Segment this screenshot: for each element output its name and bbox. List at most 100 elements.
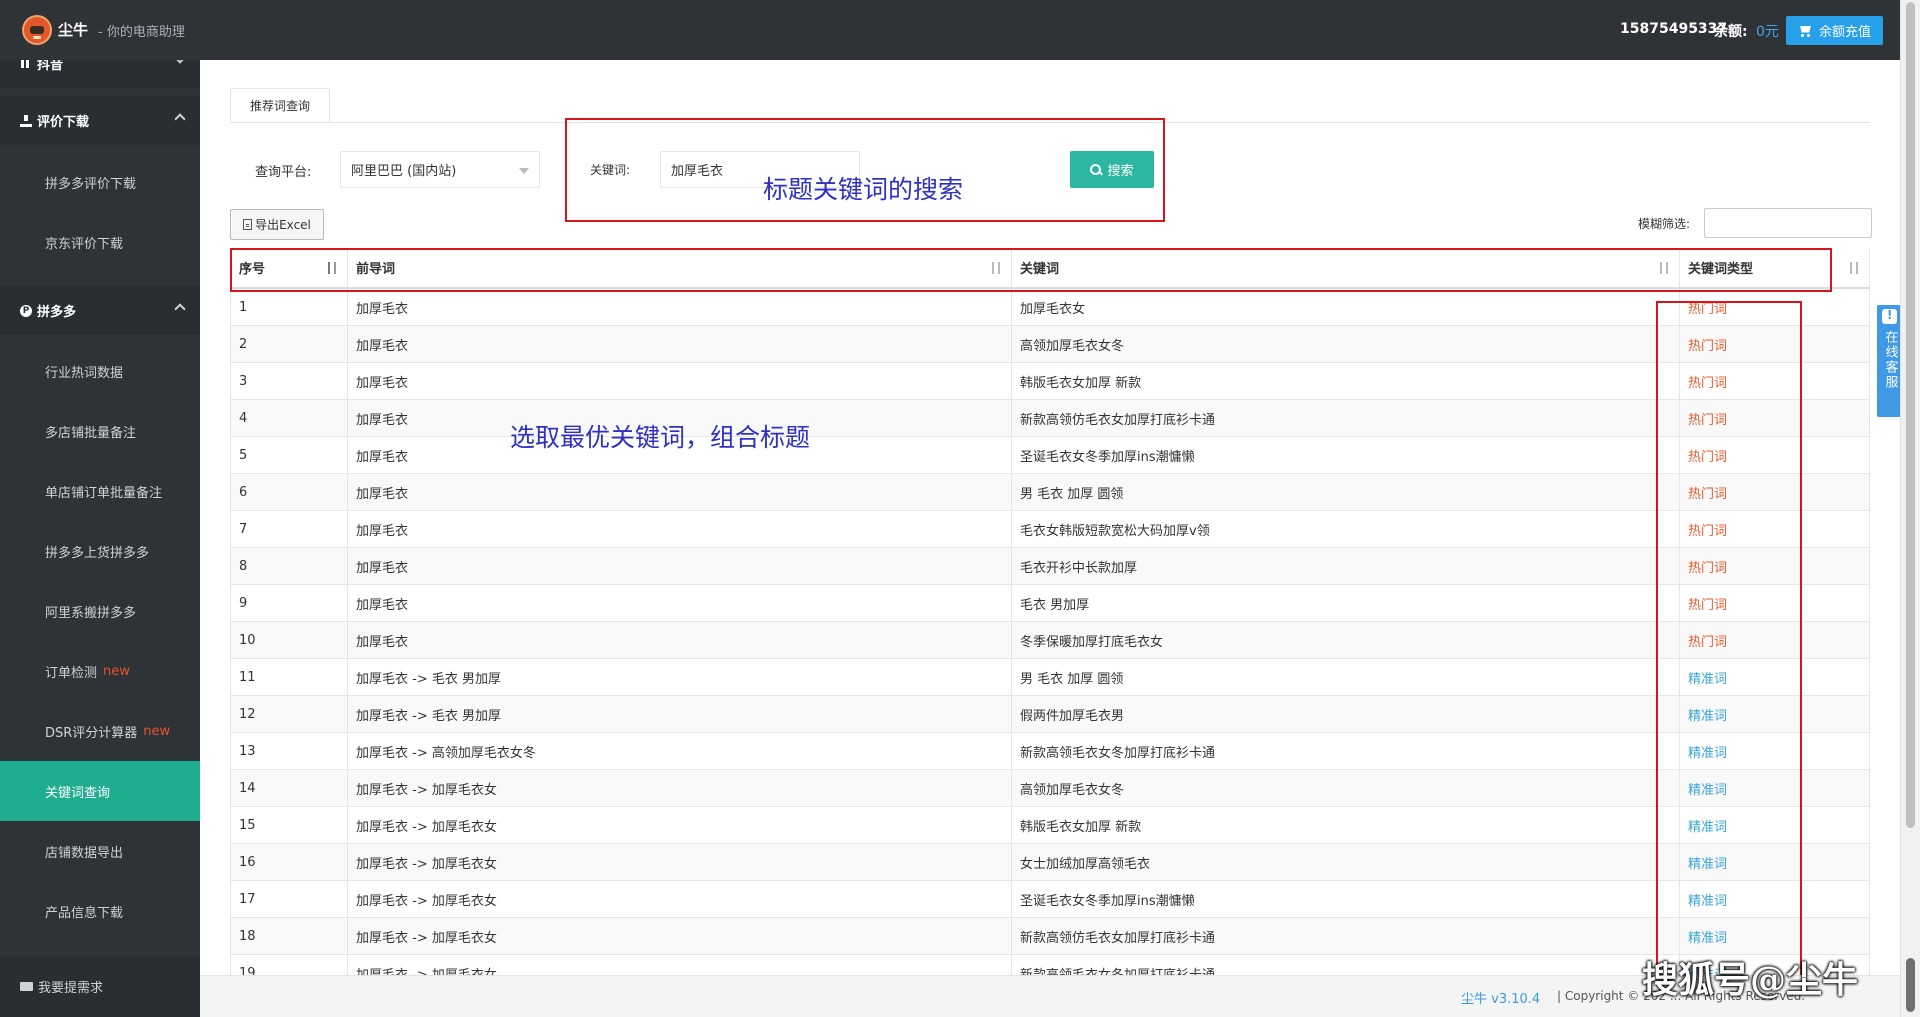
table-cell-text: 6	[239, 484, 248, 500]
sidebar-item-label: 多店铺批量备注	[45, 425, 137, 441]
table-row: 11 加厚毛衣 -> 毛衣 男加厚男 毛衣 加厚 圆领 精准词	[230, 659, 1870, 696]
sidebar-item-pdd-review[interactable]: 拼多多评价下载	[0, 152, 200, 212]
sidebar-section-label: 评价下载	[37, 115, 90, 130]
export-excel-button[interactable]: 导出Excel	[230, 209, 324, 240]
new-badge: new	[143, 723, 171, 739]
sidebar-section-label: 抖音	[37, 60, 64, 73]
sidebar-item-industry-hotwords[interactable]: 行业热词数据	[0, 341, 200, 401]
recharge-button[interactable]: 余额充值	[1786, 16, 1883, 45]
table-cell-text: 11	[239, 669, 256, 685]
table-cell: 5	[230, 437, 348, 473]
table-cell-text: 加厚毛衣 -> 毛衣 男加厚	[356, 671, 501, 687]
new-badge: new	[103, 663, 130, 679]
chevron-down-icon	[174, 60, 186, 64]
table-cell-text: 加厚毛衣	[356, 412, 409, 428]
table-cell: 14	[230, 770, 348, 806]
table-row: 18 加厚毛衣 -> 加厚毛衣女 新款高领仿毛衣女加厚打底衫卡通 精准词	[230, 918, 1870, 955]
table-cell-text: 新款高领毛衣女冬加厚打底衫卡通	[1020, 745, 1216, 761]
chat-icon	[1882, 308, 1897, 324]
table-cell: 男 毛衣 加厚 圆领	[1012, 659, 1680, 695]
table-row: 3 加厚毛衣 韩版毛衣女加厚 新款 热门词	[230, 363, 1870, 400]
table-cell: 11	[230, 659, 348, 695]
sidebar-item-single-shop-remark[interactable]: 单店铺订单批量备注	[0, 461, 200, 521]
table-row: 9 加厚毛衣 毛衣 男加厚 热门词	[230, 585, 1870, 622]
sidebar-item-request[interactable]: 我要提需求	[0, 956, 200, 1017]
table-cell-text: 15	[239, 817, 256, 833]
sidebar-item-dsr-calculator[interactable]: DSR评分计算器 new	[0, 701, 200, 761]
sidebar-section-review-download[interactable]: 评价下载	[0, 96, 200, 145]
table-cell-text: 假两件加厚毛衣男	[1020, 708, 1125, 724]
sidebar-item-keyword-query[interactable]: 关键词查询	[0, 761, 200, 821]
sidebar-item-label: 行业热词数据	[45, 365, 124, 381]
sort-icon[interactable]	[1849, 262, 1860, 274]
table-row: 6 加厚毛衣男 毛衣 加厚 圆领 热门词	[230, 474, 1870, 511]
table-cell-text: 3	[239, 373, 248, 389]
table-cell: 加厚毛衣	[348, 548, 1012, 584]
table-cell: 加厚毛衣 -> 加厚毛衣女	[348, 844, 1012, 880]
download-icon	[20, 114, 32, 127]
table-row: 12 加厚毛衣 -> 毛衣 男加厚 假两件加厚毛衣男 精准词	[230, 696, 1870, 733]
sidebar-section-pdd[interactable]: P 拼多多	[0, 286, 200, 335]
filter-input[interactable]	[1704, 208, 1872, 238]
table-cell: 加厚毛衣 -> 毛衣 男加厚	[348, 696, 1012, 732]
sidebar-item-pdd-listing[interactable]: 拼多多上货拼多多	[0, 521, 200, 581]
table-cell: 1	[230, 289, 348, 325]
table-cell: 韩版毛衣女加厚 新款	[1012, 807, 1680, 843]
table-cell-text: 韩版毛衣女加厚 新款	[1020, 819, 1142, 835]
table-cell: 高领加厚毛衣女冬	[1012, 770, 1680, 806]
table-cell: 17	[230, 881, 348, 917]
user-phone: 15875495337	[1620, 21, 1728, 37]
table-cell-text: 加厚毛衣	[356, 560, 409, 576]
table-cell-text: 1	[239, 299, 248, 315]
table-cell-text: 加厚毛衣	[356, 523, 409, 539]
sidebar-item-shop-export[interactable]: 店铺数据导出	[0, 821, 200, 881]
table-cell: 毛衣女韩版短款宽松大码加厚v领	[1012, 511, 1680, 547]
logo-icon	[22, 15, 52, 45]
table-cell-text: 新款高领仿毛衣女加厚打底衫卡通	[1020, 930, 1216, 946]
table-row: 10 加厚毛衣 冬季保暖加厚打底毛衣女 热门词	[230, 622, 1870, 659]
sidebar-item-order-check[interactable]: 订单检测 new	[0, 641, 200, 701]
annotation-text-select: 选取最优关键词，组合标题	[510, 423, 811, 452]
balance-value: 0元	[1756, 24, 1779, 40]
sidebar-item-label: DSR评分计算器	[45, 725, 138, 741]
table-cell: 加厚毛衣	[348, 326, 1012, 362]
table-cell: 4	[230, 400, 348, 436]
table-cell: 毛衣 男加厚	[1012, 585, 1680, 621]
table-cell-text: 加厚毛衣 -> 加厚毛衣女	[356, 856, 497, 872]
table-cell-text: 加厚毛衣	[356, 597, 409, 613]
sidebar-item-product-download[interactable]: 产品信息下载	[0, 881, 200, 941]
chevron-up-icon	[174, 113, 186, 125]
sidebar-item-jd-review[interactable]: 京东评价下载	[0, 212, 200, 272]
table-cell-text: 毛衣女韩版短款宽松大码加厚v领	[1020, 523, 1210, 539]
table-cell-text: 加厚毛衣 -> 加厚毛衣女	[356, 930, 497, 946]
tab-recommend-query[interactable]: 推荐词查询	[230, 88, 330, 123]
table-cell-text: 女士加绒加厚高领毛衣	[1020, 856, 1151, 872]
table-cell-text: 14	[239, 780, 256, 796]
music-note-icon	[20, 60, 32, 70]
file-icon	[243, 219, 253, 230]
mail-icon	[20, 982, 33, 991]
sidebar: 抖音 评价下载 拼多多评价下载 京东评价下载 P 拼多多 行业热词数据 多店铺批…	[0, 60, 200, 1017]
table-cell-text: 加厚毛衣 -> 高领加厚毛衣女冬	[356, 745, 536, 761]
sidebar-section-label: 拼多多	[37, 305, 77, 320]
watermark: 搜狐号@尘牛	[1642, 959, 1859, 1001]
sidebar-item-multi-shop-remark[interactable]: 多店铺批量备注	[0, 401, 200, 461]
sidebar-item-label: 关键词查询	[45, 785, 111, 801]
online-service-widget[interactable]: 在线客服	[1877, 305, 1902, 417]
table-cell-text: 加厚毛衣 -> 加厚毛衣女	[356, 893, 497, 909]
table-row: 16 加厚毛衣 -> 加厚毛衣女 女士加绒加厚高领毛衣 精准词	[230, 844, 1870, 881]
sidebar-item-label: 阿里系搬拼多多	[45, 605, 137, 621]
footer-version-link[interactable]: 尘牛 v3.10.4	[1461, 988, 1540, 1007]
table-cell-text: 韩版毛衣女加厚 新款	[1020, 375, 1142, 391]
table-cell: 2	[230, 326, 348, 362]
scrollbar-handle[interactable]	[1906, 958, 1915, 1012]
table-cell: 9	[230, 585, 348, 621]
table-cell-text: 2	[239, 336, 248, 352]
table-cell: 新款高领毛衣女冬加厚打底衫卡通	[1012, 733, 1680, 769]
page-scrollbar[interactable]	[1900, 0, 1920, 1017]
sidebar-item-ali-to-pdd[interactable]: 阿里系搬拼多多	[0, 581, 200, 641]
sidebar-section-douyin[interactable]: 抖音	[0, 60, 200, 88]
scrollbar-thumb[interactable]	[1906, 2, 1915, 828]
table-cell-text: 4	[239, 410, 248, 426]
platform-select[interactable]: 阿里巴巴 (国内站)	[340, 151, 540, 188]
